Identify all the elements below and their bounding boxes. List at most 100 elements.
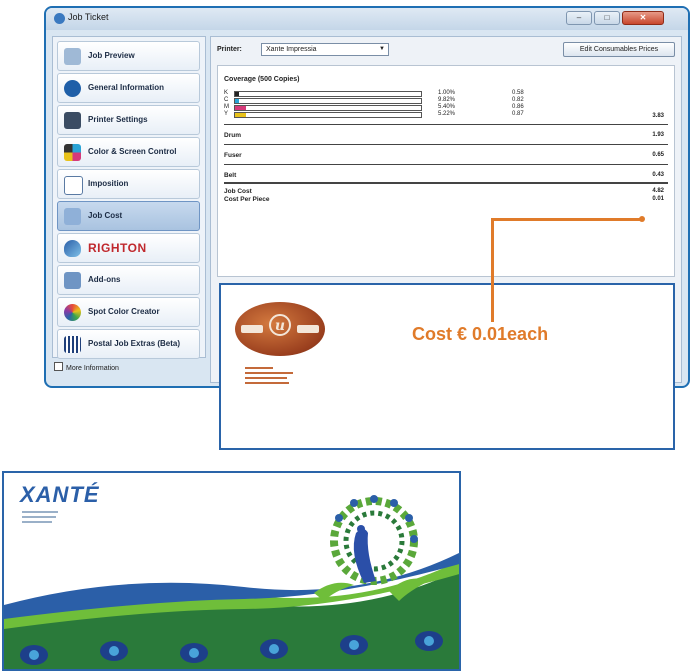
cost-per-piece-value: 0.01 bbox=[652, 196, 664, 202]
printer-select-value: Xante Impressia bbox=[266, 46, 317, 53]
return-address-line bbox=[245, 372, 293, 374]
printer-icon bbox=[64, 112, 81, 129]
sidebar-item-label: Printer Settings bbox=[88, 115, 148, 124]
logo-letter: u bbox=[269, 314, 291, 336]
divider bbox=[224, 182, 668, 184]
cost-breakdown: Coverage (500 Copies) K 1.00% 0.58 C 9.8… bbox=[217, 65, 675, 277]
sidebar-item-general-information[interactable]: General Information bbox=[57, 73, 200, 103]
sidebar-item-label: Color & Screen Control bbox=[88, 147, 177, 156]
righton-logo-icon bbox=[64, 240, 81, 257]
magnifier-icon bbox=[64, 48, 81, 65]
fuser-value: 0.65 bbox=[652, 152, 664, 158]
sidebar-item-label: Imposition bbox=[88, 179, 129, 188]
minimize-button[interactable]: – bbox=[566, 11, 592, 25]
printer-select[interactable]: Xante Impressia ▼ bbox=[261, 43, 389, 56]
cost-icon bbox=[64, 208, 81, 225]
sidebar-item-add-ons[interactable]: Add-ons bbox=[57, 265, 200, 295]
divider bbox=[224, 164, 668, 165]
drum-label: Drum bbox=[224, 132, 241, 139]
coverage-channel: C bbox=[224, 97, 229, 103]
checkbox-box[interactable] bbox=[54, 362, 63, 371]
sidebar-item-label: Add-ons bbox=[88, 275, 121, 284]
coverage-cost: 0.87 bbox=[512, 111, 524, 117]
job-cost-value: 4.82 bbox=[652, 188, 664, 194]
envelope-preview-2: XANTÉ bbox=[2, 471, 461, 671]
coverage-fill bbox=[235, 113, 247, 117]
sidebar-item-label: General Information bbox=[88, 83, 165, 92]
coverage-title: Coverage (500 Copies) bbox=[224, 76, 300, 83]
cost-callout: Cost € 0.01each bbox=[412, 324, 549, 344]
sidebar-item-righton[interactable]: RIGHTON bbox=[57, 233, 200, 263]
sidebar-item-label: Job Preview bbox=[88, 51, 135, 60]
peacock-figure bbox=[314, 495, 429, 601]
postal-icon bbox=[64, 336, 81, 353]
coverage-fill bbox=[235, 106, 247, 110]
envelope-preview-1: u bbox=[219, 283, 675, 450]
sidebar-item-color-screen-control[interactable]: Color & Screen Control bbox=[57, 137, 200, 167]
sidebar-item-label: Postal Job Extras (Beta) bbox=[88, 339, 181, 348]
coverage-row-y: Y 5.22% 0.87 bbox=[224, 111, 664, 118]
minimize-icon: – bbox=[576, 13, 582, 22]
coverage-cost: 0.82 bbox=[512, 97, 524, 103]
sidebar-item-postal-job-extras[interactable]: Postal Job Extras (Beta) bbox=[57, 329, 200, 359]
app-icon bbox=[54, 13, 65, 24]
sidebar-item-label: RIGHTON bbox=[88, 241, 147, 255]
sidebar-item-label: Spot Color Creator bbox=[88, 307, 160, 316]
coverage-channel: Y bbox=[224, 111, 229, 117]
divider bbox=[224, 144, 668, 145]
coverage-cost: 0.86 bbox=[512, 104, 524, 110]
page-layout-icon bbox=[64, 176, 83, 195]
coverage-bar bbox=[234, 112, 422, 118]
more-information-checkbox[interactable]: More Information bbox=[54, 362, 119, 372]
fuser-label: Fuser bbox=[224, 152, 242, 159]
cost-per-piece-label: Cost Per Piece bbox=[224, 196, 270, 203]
sidebar-item-job-preview[interactable]: Job Preview bbox=[57, 41, 200, 71]
title-bar[interactable]: Job Ticket – □ ✕ bbox=[46, 8, 688, 30]
logo-wing-left bbox=[241, 325, 263, 333]
callout-leader-vertical bbox=[491, 218, 494, 322]
more-information-label: More Information bbox=[66, 365, 119, 372]
drum-value: 1.93 bbox=[652, 132, 664, 138]
sidebar-item-label: Job Cost bbox=[88, 211, 123, 220]
coverage-row-k: K 1.00% 0.58 bbox=[224, 90, 664, 97]
coverage-percent: 5.40% bbox=[438, 104, 456, 110]
color-grid-icon bbox=[64, 144, 81, 161]
coverage-row-c: C 9.82% 0.82 bbox=[224, 97, 664, 104]
callout-dot bbox=[639, 216, 645, 222]
coverage-percent: 9.82% bbox=[438, 97, 456, 103]
chevron-down-icon: ▼ bbox=[379, 46, 385, 52]
coverage-cost: 0.58 bbox=[512, 90, 524, 96]
belt-value: 0.43 bbox=[652, 172, 664, 178]
sidebar-item-job-cost[interactable]: Job Cost bbox=[57, 201, 200, 231]
edit-consumables-prices-button[interactable]: Edit Consumables Prices bbox=[563, 42, 675, 57]
coverage-channel: K bbox=[224, 90, 229, 96]
coverage-channel: M bbox=[224, 104, 229, 110]
printer-label: Printer: bbox=[217, 46, 242, 53]
window-title: Job Ticket bbox=[68, 12, 109, 22]
coverage-row-m: M 5.40% 0.86 bbox=[224, 104, 664, 111]
maximize-icon: □ bbox=[604, 13, 610, 22]
return-address-line bbox=[245, 382, 289, 384]
coverage-percent: 1.00% bbox=[438, 90, 456, 96]
company-logo: u bbox=[235, 302, 325, 356]
callout-leader-horizontal bbox=[491, 218, 644, 221]
return-address-line bbox=[245, 367, 273, 369]
coverage-percent: 5.22% bbox=[438, 111, 456, 117]
close-button[interactable]: ✕ bbox=[622, 11, 664, 25]
sidebar-item-printer-settings[interactable]: Printer Settings bbox=[57, 105, 200, 135]
color-wheel-icon bbox=[64, 304, 81, 321]
divider bbox=[224, 124, 668, 125]
maximize-button[interactable]: □ bbox=[594, 11, 620, 25]
peacock-artwork bbox=[4, 495, 459, 669]
belt-label: Belt bbox=[224, 172, 237, 179]
sidebar-item-imposition[interactable]: Imposition bbox=[57, 169, 200, 199]
coverage-fill bbox=[235, 92, 239, 96]
return-address-line bbox=[245, 377, 287, 379]
job-cost-label: Job Cost bbox=[224, 188, 252, 195]
info-icon bbox=[64, 80, 81, 97]
coverage-total: 3.83 bbox=[652, 113, 664, 119]
addon-icon bbox=[64, 272, 81, 289]
coverage-fill bbox=[235, 99, 239, 103]
sidebar-item-spot-color-creator[interactable]: Spot Color Creator bbox=[57, 297, 200, 327]
close-icon: ✕ bbox=[639, 13, 647, 22]
